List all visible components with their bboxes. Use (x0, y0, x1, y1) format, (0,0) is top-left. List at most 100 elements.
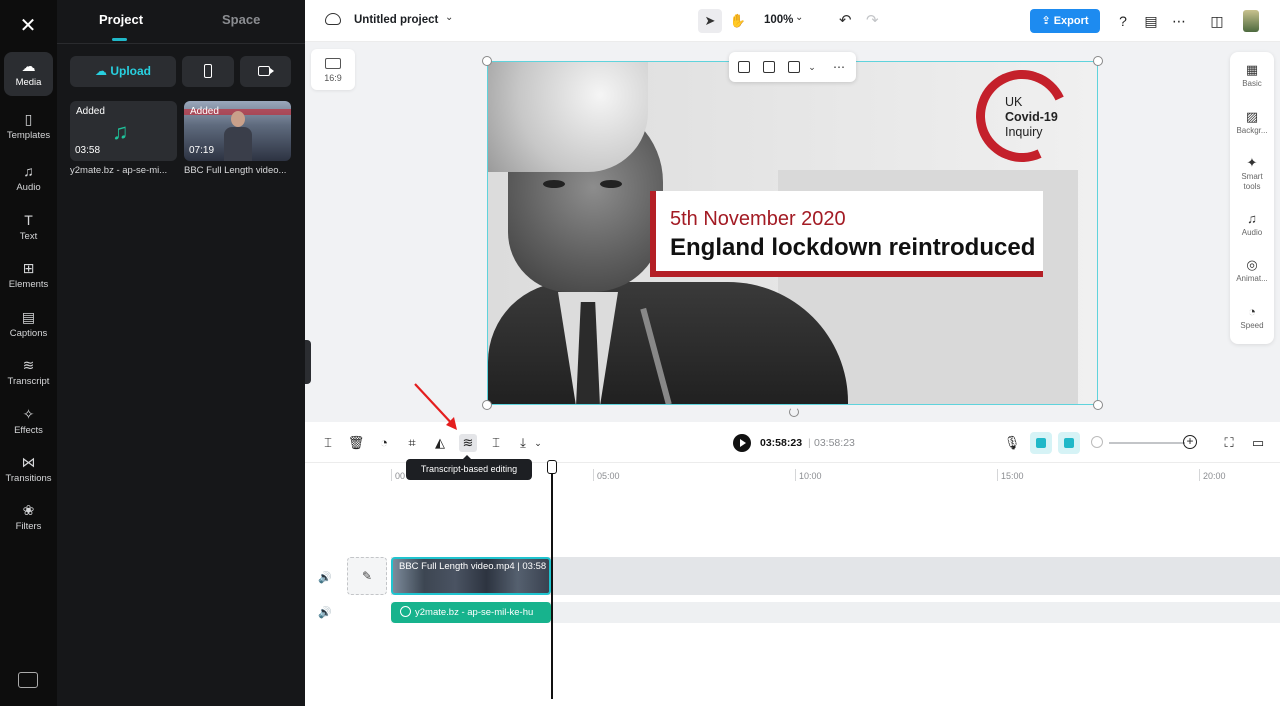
filters-icon: ❀ (22, 502, 35, 518)
rail-item-media[interactable]: ☁ Media (4, 52, 53, 96)
chevron-down-icon[interactable]: ⌄ (445, 12, 453, 23)
rail-item-text[interactable]: T Text (4, 206, 53, 250)
tab-space[interactable]: Space (222, 12, 260, 27)
delete-icon[interactable]: 🗑 (347, 434, 365, 452)
rotate-handle[interactable] (789, 407, 799, 417)
snap-button[interactable] (1058, 432, 1080, 454)
audio-clip[interactable]: y2mate.bz - ap-se-mil-ke-hu (391, 602, 551, 623)
record-button[interactable] (240, 56, 291, 87)
split-icon[interactable]: ⌶ (319, 434, 337, 452)
video-clip[interactable]: BBC Full Length video.mp4 | 03:58 (391, 557, 551, 595)
added-badge: Added (190, 106, 219, 117)
resize-handle-bl[interactable] (482, 400, 492, 410)
resize-handle-tr[interactable] (1093, 56, 1103, 66)
total-time: 03:58:23 (814, 437, 855, 449)
fullscreen-icon[interactable]: ⛶ (1220, 434, 1238, 452)
phone-upload-button[interactable] (182, 56, 234, 87)
upload-button[interactable]: ☁ Upload (70, 56, 176, 87)
prop-audio[interactable]: ♫ Audio (1230, 210, 1274, 238)
flip-icon[interactable]: ◭ (431, 434, 449, 452)
avatar[interactable] (1243, 10, 1259, 32)
zoom-in-icon[interactable]: + (1183, 435, 1197, 449)
playhead-handle[interactable] (547, 460, 557, 474)
audio-clip-name: y2mate.bz - ap-se-mil-ke-hu (415, 607, 534, 618)
transcript-editing-icon[interactable]: ≋ (459, 434, 477, 452)
inquiry-logo-text: UK Covid-19 Inquiry (1005, 95, 1058, 140)
rail-item-captions[interactable]: ▤ Captions (4, 303, 53, 347)
panel-collapse-handle[interactable] (305, 340, 311, 384)
prop-speed[interactable]: ◔ Speed (1230, 303, 1274, 331)
print-icon[interactable]: ▤ (1141, 11, 1161, 31)
hand-tool-button[interactable]: ✋ (726, 9, 750, 33)
rail-item-label: Templates (6, 130, 51, 141)
more-icon[interactable]: ⋯ (1169, 11, 1189, 31)
play-button[interactable] (733, 434, 751, 452)
zoom-level[interactable]: 100% (764, 14, 793, 26)
ratio-label: 16:9 (324, 73, 342, 83)
prop-animation[interactable]: ◎ Animat... (1230, 256, 1274, 284)
audio-clip-icon (400, 606, 411, 617)
capcut-logo-icon[interactable]: ✕ (14, 12, 42, 40)
layout-icon[interactable]: ◫ (1207, 11, 1227, 31)
crop-icon[interactable]: ⌗ (403, 434, 421, 452)
phone-icon (204, 64, 212, 78)
rail-item-elements[interactable]: ⊞ Elements (4, 254, 53, 298)
rail-item-templates[interactable]: ▯ Templates (4, 105, 53, 149)
rail-item-label: Effects (14, 425, 43, 436)
redo-icon[interactable]: ↷ (866, 11, 879, 29)
resize-handle-br[interactable] (1093, 400, 1103, 410)
media-item-video[interactable]: Added 07:19 (184, 101, 291, 161)
split-scene-icon[interactable]: ⌶ (487, 434, 505, 452)
added-badge: Added (76, 106, 105, 117)
prop-background[interactable]: ▨ Backgr... (1230, 108, 1274, 136)
zoom-slider[interactable] (1109, 442, 1185, 444)
cloud-save-icon[interactable] (325, 13, 341, 25)
transitions-icon: ⋈ (21, 454, 36, 470)
rail-item-label: Audio (16, 182, 41, 193)
media-item-audio[interactable]: Added ♫ 03:58 (70, 101, 177, 161)
music-note-icon: ♫ (112, 119, 129, 144)
export-button[interactable]: ⇪ Export (1030, 9, 1100, 33)
zoom-out-icon[interactable] (1091, 436, 1103, 448)
playhead[interactable] (551, 463, 553, 699)
video-preview[interactable]: 5th November 2020 England lockdown reint… (487, 61, 1098, 405)
edit-cover-button[interactable]: ✎ (347, 557, 387, 595)
timeline[interactable]: 00 05:00 10:00 15:00 20:00 🔊 🔊 ✎ BBC Ful… (305, 460, 1280, 706)
help-icon[interactable]: ? (1113, 11, 1133, 31)
keyboard-shortcuts-icon[interactable] (18, 672, 38, 688)
select-tool-button[interactable]: ➤ (698, 9, 722, 33)
animation-icon: ◎ (1246, 257, 1258, 272)
effects-icon: ✧ (22, 406, 35, 422)
freeze-icon[interactable]: ◔ (375, 434, 393, 452)
resize-handle-tl[interactable] (482, 56, 492, 66)
aspect-ratio-button[interactable]: 16:9 (311, 49, 355, 90)
prop-smart-tools[interactable]: ✦ Smart tools (1230, 154, 1274, 192)
rail-item-label: Filters (15, 521, 42, 532)
rail-item-filters[interactable]: ❀ Filters (4, 496, 53, 540)
project-title[interactable]: Untitled project (354, 14, 438, 26)
tab-project[interactable]: Project (99, 12, 143, 27)
chevron-down-icon[interactable]: ⌄ (529, 434, 547, 452)
cloud-upload-icon: ☁ (94, 64, 111, 78)
speaker-icon[interactable]: 🔊 (318, 571, 332, 584)
elements-icon: ⊞ (22, 260, 35, 276)
rail-item-transitions[interactable]: ⋈ Transitions (4, 448, 53, 492)
main-track-magnet-button[interactable] (1030, 432, 1052, 454)
microphone-icon[interactable]: 🎙 (1003, 434, 1021, 452)
chevron-down-icon[interactable]: ⌄ (795, 12, 803, 23)
left-rail: ✕ ☁ Media ▯ Templates ♫ Audio T Text ⊞ E… (0, 0, 57, 706)
layer-icon[interactable] (788, 61, 800, 73)
fit-icon[interactable] (763, 61, 775, 73)
display-icon[interactable]: ▭ (1249, 434, 1267, 452)
chevron-down-icon[interactable]: ⌄ (804, 59, 820, 75)
prop-basic[interactable]: ▦ Basic (1230, 61, 1274, 89)
rail-item-effects[interactable]: ✧ Effects (4, 400, 53, 444)
undo-icon[interactable]: ↶ (839, 11, 852, 29)
rail-item-audio[interactable]: ♫ Audio (4, 157, 53, 201)
rail-item-transcript[interactable]: ≋ Transcript (4, 351, 53, 395)
ruler-tick (795, 469, 796, 481)
background-icon: ▨ (1245, 109, 1259, 124)
more-icon[interactable]: ⋯ (831, 59, 847, 75)
speaker-icon[interactable]: 🔊 (318, 606, 332, 619)
replace-icon[interactable] (738, 61, 750, 73)
